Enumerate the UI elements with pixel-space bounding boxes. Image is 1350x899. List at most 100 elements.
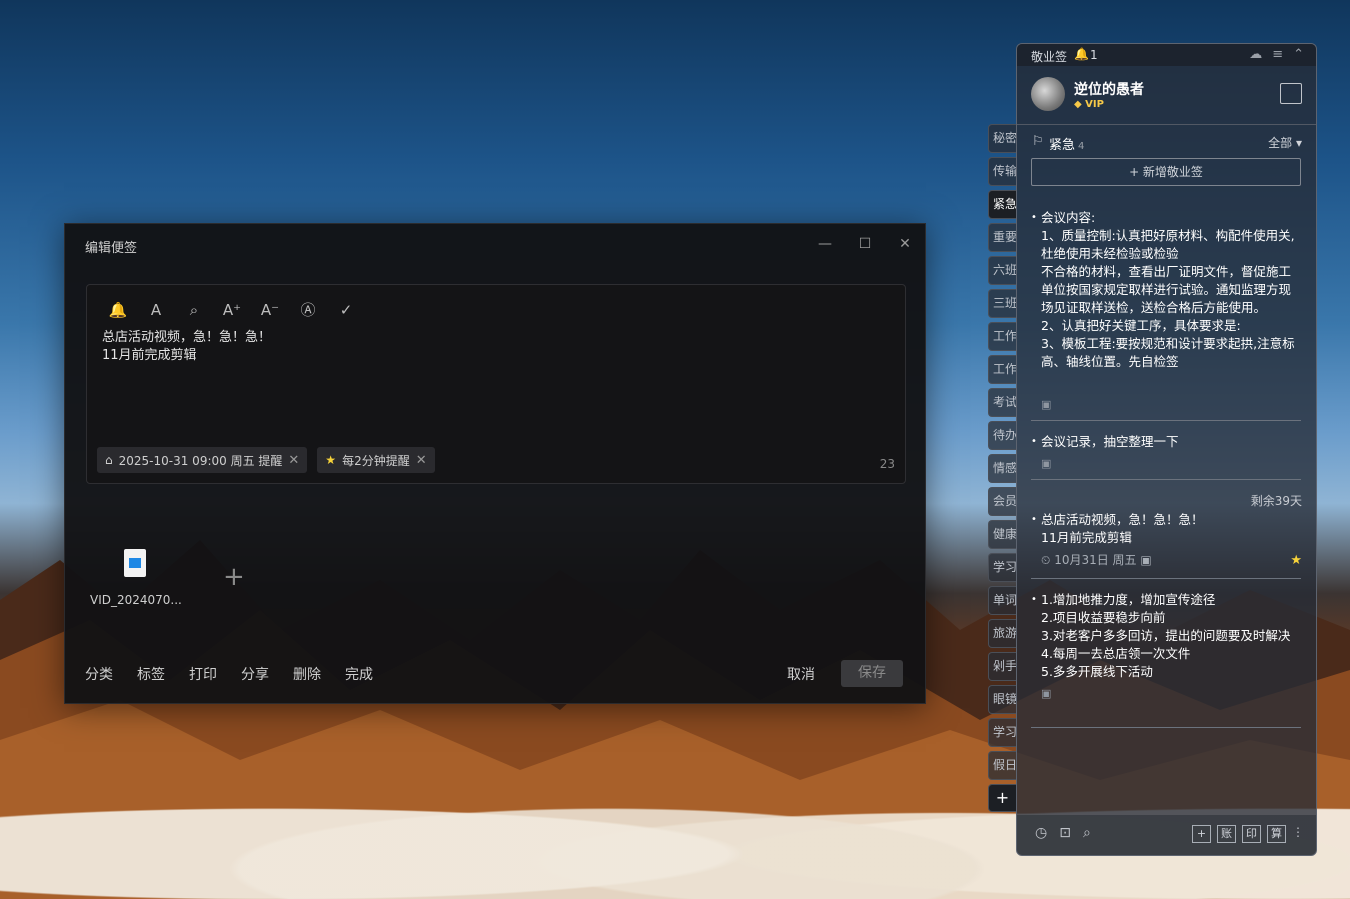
calculator-icon[interactable]: 算 (1267, 825, 1286, 843)
note-body: 总店活动视频，急！急！急！ 11月前完成剪辑 (1041, 512, 1204, 545)
tab-important[interactable]: 重要 (988, 223, 1016, 252)
reminder-date-chip[interactable]: ⌂ 2025-10-31 09:00 周五 提醒 ✕ (97, 447, 308, 473)
tab-urgent[interactable]: 紧急 (988, 190, 1016, 219)
remove-chip-icon[interactable]: ✕ (288, 453, 299, 468)
note-attachment-icon: ▣ (1041, 398, 1052, 411)
tab-words[interactable]: 单词 (988, 586, 1016, 615)
check-icon[interactable]: ✓ (335, 299, 357, 321)
tab-todo[interactable]: 待办 (988, 421, 1016, 450)
category-button[interactable]: 分类 (85, 664, 113, 684)
attachment-name: VID_2024070... (90, 593, 182, 607)
category-count: 4 (1078, 141, 1085, 152)
video-file-icon (124, 549, 146, 577)
tab-travel[interactable]: 旅游 (988, 619, 1016, 648)
bookmark-icon: ⚐ (1032, 134, 1044, 149)
notification-bell-icon[interactable]: 🔔 (1074, 47, 1089, 61)
filter-dropdown[interactable]: 全部 ▾ (1268, 134, 1302, 151)
calendar-icon[interactable] (1280, 83, 1302, 104)
add-attachment-button[interactable]: + (223, 562, 245, 592)
search-icon[interactable]: ⌕ (183, 299, 205, 321)
notification-count: 1 (1090, 48, 1098, 62)
tab-holiday[interactable]: 假日 (988, 751, 1016, 780)
more-icon[interactable]: ⋮ (1292, 825, 1304, 843)
tab-study[interactable]: 学习 (988, 553, 1016, 582)
star-icon[interactable]: ★ (1290, 553, 1302, 568)
menu-icon[interactable]: ≡ (1272, 47, 1283, 62)
cancel-button[interactable]: 取消 (787, 664, 815, 684)
note-body: 1.增加地推力度，增加宣传途径 2.项目收益要稳步向前 3.对老客户多多回访，提… (1041, 592, 1291, 679)
note-body: 会议内容: 1、质量控制:认真把好原材料、构配件使用关,杜绝使用未经检验或检验 … (1041, 210, 1295, 369)
reminder-chips: ⌂ 2025-10-31 09:00 周五 提醒 ✕ ★ 每2分钟提醒 ✕ (97, 447, 435, 473)
vip-badge: ◆ VIP (1074, 99, 1104, 110)
tab-emotion[interactable]: 情感 (988, 454, 1016, 483)
video-attachment[interactable]: VID_2024070... (90, 549, 182, 607)
dialog-actions: 分类 标签 打印 分享 删除 完成 (85, 664, 373, 684)
tab-health[interactable]: 健康 (988, 520, 1016, 549)
print-icon[interactable]: 印 (1242, 825, 1261, 843)
new-note-button[interactable]: + 新增敬业签 (1031, 158, 1301, 186)
star-icon: ★ (325, 453, 337, 467)
divider (1031, 578, 1301, 579)
delete-button[interactable]: 删除 (293, 664, 321, 684)
note-line: 总店活动视频，急！急！急！ (102, 330, 272, 345)
tab-member[interactable]: 会员 (988, 487, 1016, 516)
save-button[interactable]: 保存 (841, 660, 903, 687)
clock-icon[interactable]: ◷ (1035, 825, 1047, 841)
text-color-icon[interactable]: A (145, 299, 167, 321)
divider (1031, 727, 1301, 728)
panel-footer: ◷ ⊡ ⌕ + 账 印 算 ⋮ (1017, 815, 1316, 855)
tab-transfer[interactable]: 传输 (988, 157, 1016, 186)
list-item[interactable]: • 1.增加地推力度，增加宣传途径 2.项目收益要稳步向前 3.对老客户多多回访… (1031, 591, 1301, 703)
editor-toolbar: 🔔 A ⌕ A⁺ A⁻ Ⓐ ✓ (107, 299, 357, 321)
dialog-title: 编辑便签 (85, 241, 138, 256)
close-button[interactable]: ✕ (895, 234, 915, 254)
chip-label: 2025-10-31 09:00 周五 提醒 (118, 453, 283, 468)
tab-shopping[interactable]: 剁手 (988, 652, 1016, 681)
category-tabs: 秘密 传输 紧急 重要 六班 三班 工作 工作 考试 待办 情感 会员 健康 学… (988, 124, 1016, 812)
note-body: 会议记录，抽空整理一下 (1041, 434, 1179, 449)
note-line: 11月前完成剪辑 (102, 348, 197, 363)
sticky-notes-panel: 敬业签 🔔 1 ☁ ≡ ⌃ 逆位的愚者 ◆ VIP ⚐ 紧急 4 全部 ▾ + 新… (1016, 43, 1317, 856)
complete-button[interactable]: 完成 (345, 664, 373, 684)
note-text[interactable]: 总店活动视频，急！急！急！ 11月前完成剪辑 (102, 329, 271, 365)
remove-chip-icon[interactable]: ✕ (416, 453, 427, 468)
add-tab-button[interactable]: + (988, 784, 1016, 812)
minimize-button[interactable]: — (815, 234, 835, 254)
collapse-icon[interactable]: ⌃ (1293, 47, 1304, 62)
reminder-bell-icon[interactable]: 🔔 (107, 299, 129, 321)
list-item[interactable]: • 会议记录，抽空整理一下 ▣ (1031, 433, 1301, 473)
print-button[interactable]: 打印 (189, 664, 217, 684)
account-icon[interactable]: 账 (1217, 825, 1236, 843)
tab-study[interactable]: 学习 (988, 718, 1016, 747)
note-attachment-icon: ▣ (1041, 687, 1052, 700)
auto-format-icon[interactable]: Ⓐ (297, 299, 319, 321)
tab-work[interactable]: 工作 (988, 322, 1016, 351)
tab-class3[interactable]: 三班 (988, 289, 1016, 318)
avatar[interactable] (1031, 77, 1065, 111)
tab-secret[interactable]: 秘密 (988, 124, 1016, 153)
maximize-button[interactable]: ☐ (855, 234, 875, 254)
font-increase-icon[interactable]: A⁺ (221, 299, 243, 321)
note-editor[interactable]: 🔔 A ⌕ A⁺ A⁻ Ⓐ ✓ 总店活动视频，急！急！急！ 11月前完成剪辑 ⌂… (86, 284, 906, 484)
app-name: 敬业签 (1031, 50, 1068, 64)
inbox-icon[interactable]: ⊡ (1059, 825, 1071, 841)
search-icon[interactable]: ⌕ (1083, 825, 1091, 841)
footer-left-icons: ◷ ⊡ ⌕ (1035, 825, 1091, 841)
tab-class6[interactable]: 六班 (988, 256, 1016, 285)
share-button[interactable]: 分享 (241, 664, 269, 684)
note-date: ⏲ 10月31日 周五 ▣ (1041, 553, 1152, 567)
category-label: 紧急 (1049, 138, 1076, 153)
list-item[interactable]: • 会议内容: 1、质量控制:认真把好原材料、构配件使用关,杜绝使用未经检验或检… (1031, 209, 1301, 391)
tab-glasses[interactable]: 眼镜 (988, 685, 1016, 714)
add-icon[interactable]: + (1192, 825, 1211, 843)
note-date-label: 10月31日 周五 (1054, 553, 1137, 567)
user-name: 逆位的愚者 (1074, 82, 1144, 98)
list-item[interactable]: • 总店活动视频，急！急！急！ 11月前完成剪辑 ⏲ 10月31日 周五 ▣ (1031, 511, 1301, 569)
repeat-reminder-chip[interactable]: ★ 每2分钟提醒 ✕ (317, 447, 435, 473)
tab-exam[interactable]: 考试 (988, 388, 1016, 417)
cloud-sync-icon[interactable]: ☁ (1249, 47, 1262, 62)
font-decrease-icon[interactable]: A⁻ (259, 299, 281, 321)
char-count: 23 (879, 457, 895, 471)
tag-button[interactable]: 标签 (137, 664, 165, 684)
tab-work[interactable]: 工作 (988, 355, 1016, 384)
